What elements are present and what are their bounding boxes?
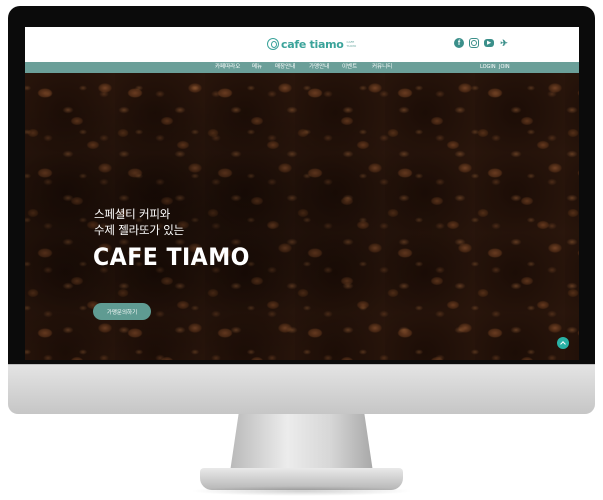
nav-item-cafe[interactable]: 카페따라오 <box>215 62 240 73</box>
website-screen: cafe tiamo CAFE TIAMO f ▶ ✈ 카페따라오 메뉴 매장안… <box>25 27 579 360</box>
instagram-icon[interactable] <box>469 38 479 48</box>
hero-tagline-2: 수제 젤라또가 있는 <box>94 223 184 237</box>
logo-subtitle: CAFE TIAMO <box>346 40 357 48</box>
social-links: f ▶ ✈ <box>454 38 509 48</box>
floor-shadow <box>190 486 413 496</box>
nav-item-community[interactable]: 커뮤니티 <box>372 62 392 73</box>
monitor-chin <box>8 364 595 414</box>
logo-text: cafe tiamo <box>281 37 344 51</box>
hero-title: CAFE TIAMO <box>93 243 250 271</box>
site-header: cafe tiamo CAFE TIAMO f ▶ ✈ <box>25 27 579 62</box>
twitter-icon[interactable]: ✈ <box>499 38 509 48</box>
facebook-icon[interactable]: f <box>454 38 464 48</box>
franchise-inquiry-button[interactable]: 가맹문의하기 <box>93 303 151 320</box>
hero-banner: 스페셜티 커피와 수제 젤라또가 있는 CAFE TIAMO 가맹문의하기 <box>25 73 579 360</box>
site-logo[interactable]: cafe tiamo CAFE TIAMO <box>267 35 361 53</box>
nav-item-franchise[interactable]: 가맹안내 <box>309 62 329 73</box>
join-link[interactable]: JOIN <box>499 62 510 73</box>
scroll-top-icon[interactable] <box>557 337 569 349</box>
hero-tagline-1: 스페셜티 커피와 <box>94 207 171 221</box>
youtube-icon[interactable]: ▶ <box>484 39 494 47</box>
nav-item-stores[interactable]: 매장안내 <box>275 62 295 73</box>
nav-item-menu[interactable]: 메뉴 <box>252 62 262 73</box>
nav-item-event[interactable]: 이벤트 <box>342 62 357 73</box>
main-nav: 카페따라오 메뉴 매장안내 가맹안내 이벤트 커뮤니티 LOGIN JOIN <box>25 62 579 73</box>
logo-mark-icon <box>267 38 279 50</box>
monitor-stand-neck <box>230 414 373 472</box>
login-link[interactable]: LOGIN <box>480 62 496 73</box>
